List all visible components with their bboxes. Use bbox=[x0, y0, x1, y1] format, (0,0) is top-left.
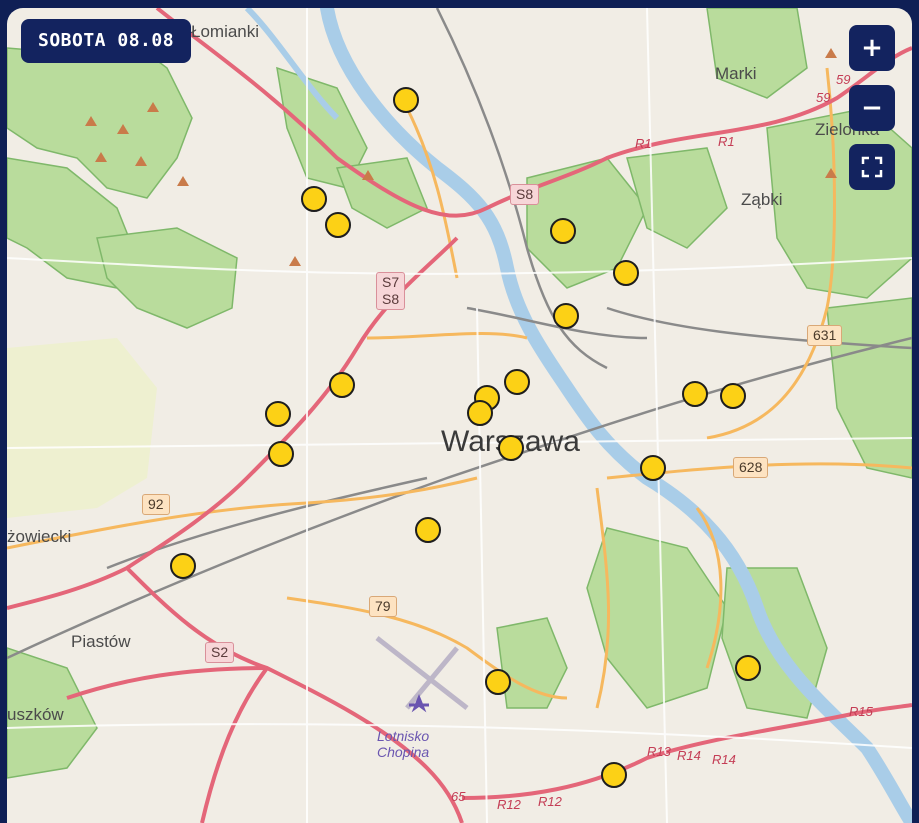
location-marker[interactable] bbox=[735, 655, 761, 681]
location-marker[interactable] bbox=[415, 517, 441, 543]
location-marker[interactable] bbox=[601, 762, 627, 788]
location-marker[interactable] bbox=[498, 435, 524, 461]
location-marker[interactable] bbox=[268, 441, 294, 467]
road-shield-s8-north: S8 bbox=[510, 184, 540, 205]
road-label-r14-a: R14 bbox=[677, 748, 701, 763]
town-label-zabki: Ząbki bbox=[741, 190, 783, 209]
airport-label-line1: Lotnisko bbox=[377, 728, 430, 744]
road-label-65: 65 bbox=[451, 789, 466, 804]
location-marker[interactable] bbox=[265, 401, 291, 427]
road-label-r14-b: R14 bbox=[712, 752, 736, 767]
town-label-pruszkow: uszków bbox=[7, 705, 64, 724]
map-view[interactable]: Warszawa Łomianki Marki Zielonka Ząbki P… bbox=[7, 8, 912, 823]
road-label-r15: R15 bbox=[849, 704, 873, 719]
location-marker[interactable] bbox=[393, 87, 419, 113]
location-marker[interactable] bbox=[170, 553, 196, 579]
road-label-59-a: 59 bbox=[836, 72, 851, 87]
day-badge: SOBOTA 08.08 bbox=[21, 19, 192, 63]
town-label-piastow: Piastów bbox=[71, 632, 131, 651]
location-marker[interactable] bbox=[553, 303, 579, 329]
road-label-r12-b: R12 bbox=[538, 794, 562, 809]
widget-frame: Warszawa Łomianki Marki Zielonka Ząbki P… bbox=[0, 0, 919, 823]
road-label-r1-a: R1 bbox=[635, 136, 652, 151]
road-shield-631: 631 bbox=[807, 325, 843, 346]
location-marker[interactable] bbox=[329, 372, 355, 398]
road-shield-79: 79 bbox=[369, 596, 397, 617]
location-marker[interactable] bbox=[325, 212, 351, 238]
road-label-r12-a: R12 bbox=[497, 797, 521, 812]
town-label-lomianki: Łomianki bbox=[191, 22, 260, 41]
location-marker[interactable] bbox=[720, 383, 746, 409]
town-label-ozarow: żowiecki bbox=[7, 527, 72, 546]
fullscreen-button[interactable] bbox=[849, 144, 895, 190]
fullscreen-icon bbox=[861, 156, 883, 178]
location-marker[interactable] bbox=[682, 381, 708, 407]
road-shield-s8: S8 bbox=[382, 291, 400, 307]
road-shield-92: 92 bbox=[142, 494, 170, 515]
location-marker[interactable] bbox=[467, 400, 493, 426]
road-shield-628: 628 bbox=[733, 457, 769, 478]
location-marker[interactable] bbox=[301, 186, 327, 212]
road-shield-s7-s8: S7 S8 bbox=[376, 272, 406, 310]
road-label-59-b: 59 bbox=[816, 90, 831, 105]
location-marker[interactable] bbox=[504, 369, 530, 395]
airport-label-line2: Chopina bbox=[377, 744, 430, 760]
map-basemap bbox=[7, 8, 912, 823]
zoom-in-button[interactable]: + bbox=[849, 25, 895, 71]
location-marker[interactable] bbox=[613, 260, 639, 286]
road-shield-s7: S7 bbox=[382, 274, 400, 290]
town-label-marki: Marki bbox=[715, 64, 757, 83]
location-marker[interactable] bbox=[640, 455, 666, 481]
location-marker[interactable] bbox=[550, 218, 576, 244]
location-marker[interactable] bbox=[485, 669, 511, 695]
road-shield-s2: S2 bbox=[205, 642, 235, 663]
road-label-r13: R13 bbox=[647, 744, 671, 759]
zoom-out-button[interactable]: − bbox=[849, 85, 895, 131]
airport-label: Lotnisko Chopina bbox=[377, 728, 429, 760]
road-label-r1-b: R1 bbox=[718, 134, 735, 149]
